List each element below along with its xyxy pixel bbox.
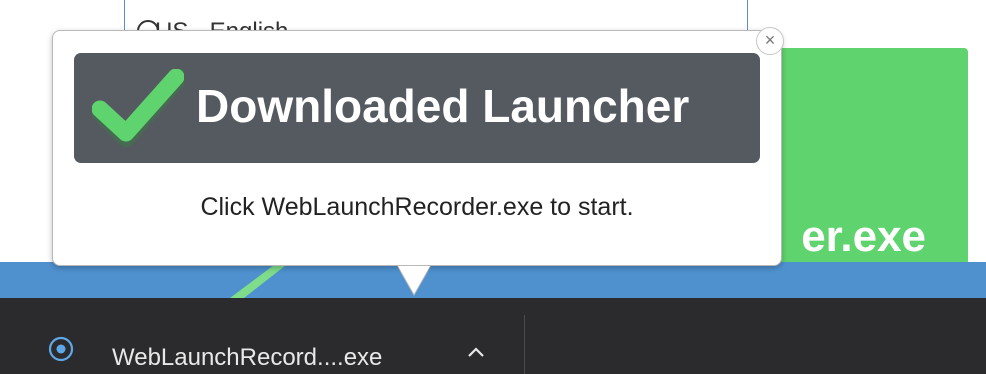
download-bar-divider bbox=[524, 315, 525, 374]
download-bar: WebLaunchRecord....exe bbox=[0, 298, 986, 374]
page-banner-strip bbox=[0, 262, 986, 298]
close-button[interactable]: × bbox=[756, 27, 784, 55]
popup-message: Click WebLaunchRecorder.exe to start. bbox=[200, 193, 634, 221]
download-progress-icon[interactable] bbox=[48, 336, 74, 362]
download-button-label: er.exe bbox=[801, 212, 926, 261]
chevron-up-icon[interactable] bbox=[465, 342, 487, 364]
download-file-name[interactable]: WebLaunchRecord....exe bbox=[112, 344, 382, 372]
popup-pointer bbox=[398, 266, 430, 294]
download-popup: Downloaded Launcher Click WebLaunchRecor… bbox=[52, 30, 782, 266]
popup-title: Downloaded Launcher bbox=[196, 80, 690, 132]
checkmark-icon bbox=[92, 69, 184, 147]
arrow-graphic bbox=[230, 262, 290, 298]
popup-banner: Downloaded Launcher bbox=[74, 53, 760, 163]
